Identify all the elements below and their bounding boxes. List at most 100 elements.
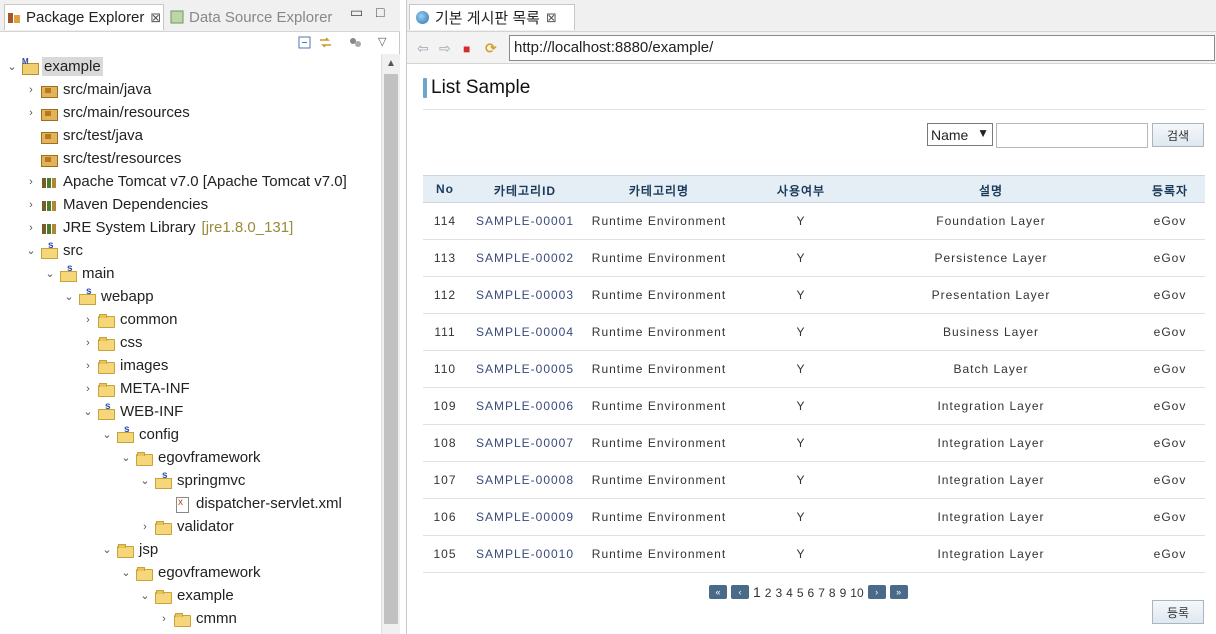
tree-item[interactable]: ⌄ egovframework xyxy=(0,561,380,584)
tree-item[interactable]: ⌄ src xyxy=(0,239,380,262)
chevron-down-icon[interactable]: ⌄ xyxy=(82,405,94,418)
chevron-right-icon[interactable]: › xyxy=(25,222,37,234)
category-id-link[interactable]: SAMPLE-00005 xyxy=(470,362,580,376)
close-icon[interactable]: ⊠ xyxy=(150,10,161,26)
tree-item[interactable]: ⌄ example xyxy=(0,584,380,607)
table-cell: 108 xyxy=(433,436,457,450)
tree-item[interactable]: ⌄ jsp xyxy=(0,538,380,561)
tree-item[interactable]: › Maven Dependencies xyxy=(0,193,380,216)
tree-item[interactable]: › src/main/resources xyxy=(0,101,380,124)
page-number-link[interactable]: 10 xyxy=(850,586,863,600)
search-condition-select[interactable]: Name ▼ xyxy=(927,123,993,146)
forward-icon[interactable]: ⇨ xyxy=(439,40,451,57)
chevron-down-icon[interactable]: ⌄ xyxy=(120,566,132,579)
tree-item-label: src/main/java xyxy=(63,81,152,98)
tree-item[interactable]: › cmmn xyxy=(0,607,380,630)
tab-package-explorer[interactable]: Package Explorer ⊠ xyxy=(4,4,164,30)
tree-item[interactable]: › css xyxy=(0,331,380,354)
tree-item[interactable]: ⌄ WEB-INF xyxy=(0,400,380,423)
category-id-link[interactable]: SAMPLE-00006 xyxy=(470,399,580,413)
chevron-down-icon[interactable]: ⌄ xyxy=(44,267,56,280)
chevron-right-icon[interactable]: › xyxy=(82,314,94,326)
chevron-down-icon[interactable]: ⌄ xyxy=(139,589,151,602)
tree-item[interactable]: › JRE System Library [jre1.8.0_131] xyxy=(0,216,380,239)
collapse-all-icon[interactable] xyxy=(297,35,312,50)
tree-item[interactable]: › common xyxy=(0,308,380,331)
chevron-right-icon[interactable]: › xyxy=(25,176,37,188)
chevron-right-icon[interactable]: › xyxy=(82,337,94,349)
maximize-icon[interactable]: □ xyxy=(376,4,384,20)
scrollbar-thumb[interactable] xyxy=(384,74,398,624)
chevron-right-icon[interactable]: › xyxy=(139,521,151,533)
page-number-link[interactable]: 3 xyxy=(775,586,782,600)
tree-item[interactable]: › META-INF xyxy=(0,377,380,400)
tree-item[interactable]: dispatcher-servlet.xml xyxy=(0,492,380,515)
chevron-down-icon[interactable]: ⌄ xyxy=(101,543,113,556)
tree-item[interactable]: ⌄ springmvc xyxy=(0,469,380,492)
first-page-button[interactable]: « xyxy=(709,585,727,599)
tree-item[interactable]: › images xyxy=(0,354,380,377)
chevron-right-icon[interactable]: › xyxy=(82,360,94,372)
chevron-right-icon[interactable]: › xyxy=(25,107,37,119)
refresh-icon[interactable]: ⟳ xyxy=(485,40,497,57)
page-number-link[interactable]: 7 xyxy=(818,586,825,600)
tree-item[interactable]: src/test/resources xyxy=(0,147,380,170)
category-id-link[interactable]: SAMPLE-00004 xyxy=(470,325,580,339)
table-cell: Y xyxy=(796,214,806,228)
register-button[interactable]: 등록 xyxy=(1152,600,1204,624)
category-id-link[interactable]: SAMPLE-00007 xyxy=(470,436,580,450)
back-icon[interactable]: ⇦ xyxy=(417,40,429,57)
page-number-link[interactable]: 9 xyxy=(840,586,847,600)
minimize-icon[interactable]: ▭ xyxy=(350,4,363,21)
next-page-button[interactable]: › xyxy=(867,585,886,599)
tree-item[interactable]: › Apache Tomcat v7.0 [Apache Tomcat v7.0] xyxy=(0,170,380,193)
link-with-editor-icon[interactable] xyxy=(318,35,333,50)
tab-data-source-explorer[interactable]: Data Source Explorer xyxy=(170,4,350,30)
search-input[interactable] xyxy=(996,123,1148,148)
tree-item[interactable]: › validator xyxy=(0,515,380,538)
close-icon[interactable]: ⊠ xyxy=(546,10,557,26)
last-page-button[interactable]: » xyxy=(889,585,908,599)
chevron-down-icon[interactable]: ⌄ xyxy=(25,244,37,257)
lib-icon xyxy=(41,221,57,235)
pkg-icon xyxy=(41,129,58,144)
view-menu-icon[interactable] xyxy=(348,35,363,50)
tree-item[interactable]: ⌄ webapp xyxy=(0,285,380,308)
chevron-down-icon[interactable]: ⌄ xyxy=(6,60,18,73)
chevron-down-icon[interactable]: ⌄ xyxy=(63,290,75,303)
url-field[interactable]: http://localhost:8880/example/ xyxy=(509,35,1215,61)
category-id-link[interactable]: SAMPLE-00009 xyxy=(470,510,580,524)
chevron-down-icon[interactable]: ▽ xyxy=(378,35,393,50)
tree-item[interactable]: ⌄ main xyxy=(0,262,380,285)
scroll-up-icon[interactable]: ▲ xyxy=(386,58,396,69)
chevron-right-icon[interactable]: › xyxy=(25,199,37,211)
chevron-right-icon[interactable]: › xyxy=(82,383,94,395)
category-id-link[interactable]: SAMPLE-00002 xyxy=(470,251,580,265)
chevron-down-icon[interactable]: ⌄ xyxy=(139,474,151,487)
search-button[interactable]: 검색 xyxy=(1152,123,1204,147)
prev-page-button[interactable]: ‹ xyxy=(731,585,749,599)
chevron-right-icon[interactable]: › xyxy=(25,84,37,96)
chevron-down-icon[interactable]: ⌄ xyxy=(101,428,113,441)
tree-item[interactable]: src/test/java xyxy=(0,124,380,147)
tree-item[interactable]: ⌄ config xyxy=(0,423,380,446)
tree-scrollbar[interactable]: ▲ xyxy=(381,54,400,634)
page-number-link[interactable]: 1 xyxy=(753,584,761,600)
chevron-right-icon[interactable]: › xyxy=(158,613,170,625)
tree-item[interactable]: ⌄ example xyxy=(0,55,380,78)
page-number-link[interactable]: 8 xyxy=(829,586,836,600)
category-id-link[interactable]: SAMPLE-00001 xyxy=(470,214,580,228)
tree-item[interactable]: › src/main/java xyxy=(0,78,380,101)
tab-board-list[interactable]: 기본 게시판 목록 ⊠ xyxy=(409,4,575,30)
tree-item[interactable]: ⌄ egovframework xyxy=(0,446,380,469)
category-id-link[interactable]: SAMPLE-00003 xyxy=(470,288,580,302)
page-number-link[interactable]: 6 xyxy=(808,586,815,600)
chevron-down-icon[interactable]: ⌄ xyxy=(120,451,132,464)
stop-icon[interactable]: ■ xyxy=(463,42,470,56)
page-number-link[interactable]: 2 xyxy=(765,586,772,600)
category-id-link[interactable]: SAMPLE-00010 xyxy=(470,547,580,561)
page-number-link[interactable]: 4 xyxy=(786,586,793,600)
category-id-link[interactable]: SAMPLE-00008 xyxy=(470,473,580,487)
tree-item-label: Maven Dependencies xyxy=(63,196,209,213)
page-number-link[interactable]: 5 xyxy=(797,586,804,600)
